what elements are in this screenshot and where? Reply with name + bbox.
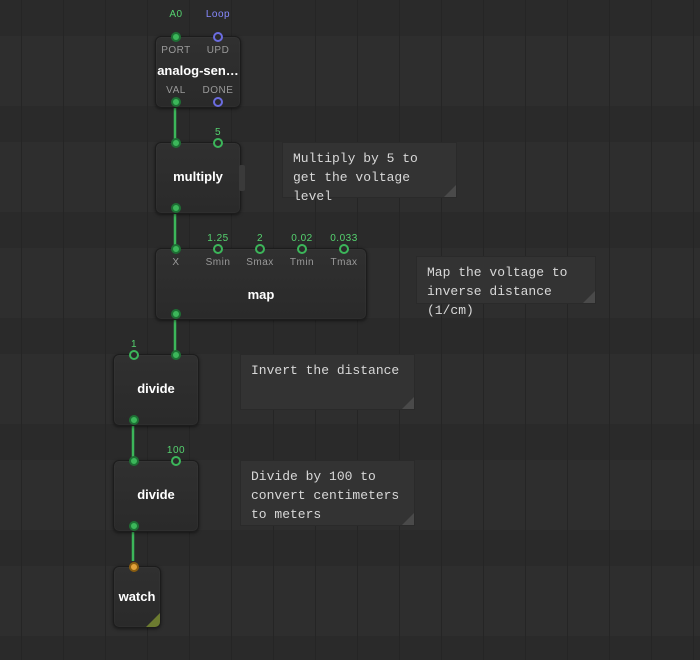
pin-top-label: 0.02 — [291, 233, 312, 244]
port-label: VAL — [166, 85, 186, 96]
port-label: DONE — [203, 85, 234, 96]
input-b-pin[interactable] — [213, 138, 223, 148]
node-title: map — [156, 287, 366, 303]
x-input-pin[interactable] — [171, 244, 181, 254]
comment-text: Invert the distance — [251, 363, 399, 378]
output-pin[interactable] — [129, 521, 139, 531]
variadic-handle-icon[interactable] — [239, 165, 245, 191]
node-divide-2[interactable]: 100 divide — [113, 460, 199, 532]
node-analog-sensor[interactable]: A0 Loop PORT UPD analog-sen… VAL DONE — [155, 36, 241, 108]
port-label: Smax — [246, 257, 274, 268]
port-input-pin[interactable] — [171, 32, 181, 42]
smin-input-pin[interactable] — [213, 244, 223, 254]
comment-box[interactable]: Divide by 100 to convert centimeters to … — [240, 460, 415, 526]
node-title: divide — [114, 381, 198, 397]
port-label: UPD — [207, 45, 230, 56]
pin-top-label: 5 — [215, 127, 221, 138]
input-pin[interactable] — [129, 562, 139, 572]
port-label: Tmax — [331, 257, 358, 268]
node-title: watch — [114, 589, 160, 605]
input-a-pin[interactable] — [129, 456, 139, 466]
node-multiply[interactable]: 5 multiply — [155, 142, 241, 214]
comment-box[interactable]: Multiply by 5 to get the voltage level — [282, 142, 457, 198]
pin-top-label: A0 — [169, 9, 182, 20]
pin-top-label: 1 — [131, 339, 137, 350]
pin-top-label: Loop — [206, 9, 230, 20]
node-title: analog-sen… — [156, 63, 240, 79]
upd-input-pin[interactable] — [213, 32, 223, 42]
node-title: divide — [114, 487, 198, 503]
port-label: Smin — [206, 257, 231, 268]
pin-top-label: 2 — [257, 233, 263, 244]
pin-top-label: 100 — [167, 445, 185, 456]
comment-text: Multiply by 5 to get the voltage level — [293, 151, 418, 204]
smax-input-pin[interactable] — [255, 244, 265, 254]
output-pin[interactable] — [129, 415, 139, 425]
output-pin[interactable] — [171, 203, 181, 213]
port-label: PORT — [161, 45, 191, 56]
tmin-input-pin[interactable] — [297, 244, 307, 254]
resize-handle-icon[interactable] — [146, 613, 160, 627]
tmax-input-pin[interactable] — [339, 244, 349, 254]
comment-text: Divide by 100 to convert centimeters to … — [251, 469, 399, 522]
val-output-pin[interactable] — [171, 97, 181, 107]
node-title: multiply — [156, 169, 240, 185]
port-label: X — [172, 257, 179, 268]
done-output-pin[interactable] — [213, 97, 223, 107]
comment-box[interactable]: Invert the distance — [240, 354, 415, 410]
input-b-pin[interactable] — [171, 456, 181, 466]
node-divide-1[interactable]: 1 divide — [113, 354, 199, 426]
input-b-pin[interactable] — [171, 350, 181, 360]
comment-box[interactable]: Map the voltage to inverse distance (1/c… — [416, 256, 596, 304]
input-a-pin[interactable] — [171, 138, 181, 148]
input-a-pin[interactable] — [129, 350, 139, 360]
port-label: Tmin — [290, 257, 314, 268]
node-watch[interactable]: watch — [113, 566, 161, 628]
pin-top-label: 0.033 — [330, 233, 358, 244]
output-pin[interactable] — [171, 309, 181, 319]
node-map[interactable]: 1.25 2 0.02 0.033 X Smin Smax Tmin Tmax … — [155, 248, 367, 320]
node-editor-canvas[interactable]: A0 Loop PORT UPD analog-sen… VAL DONE 5 … — [0, 0, 700, 660]
pin-top-label: 1.25 — [207, 233, 228, 244]
